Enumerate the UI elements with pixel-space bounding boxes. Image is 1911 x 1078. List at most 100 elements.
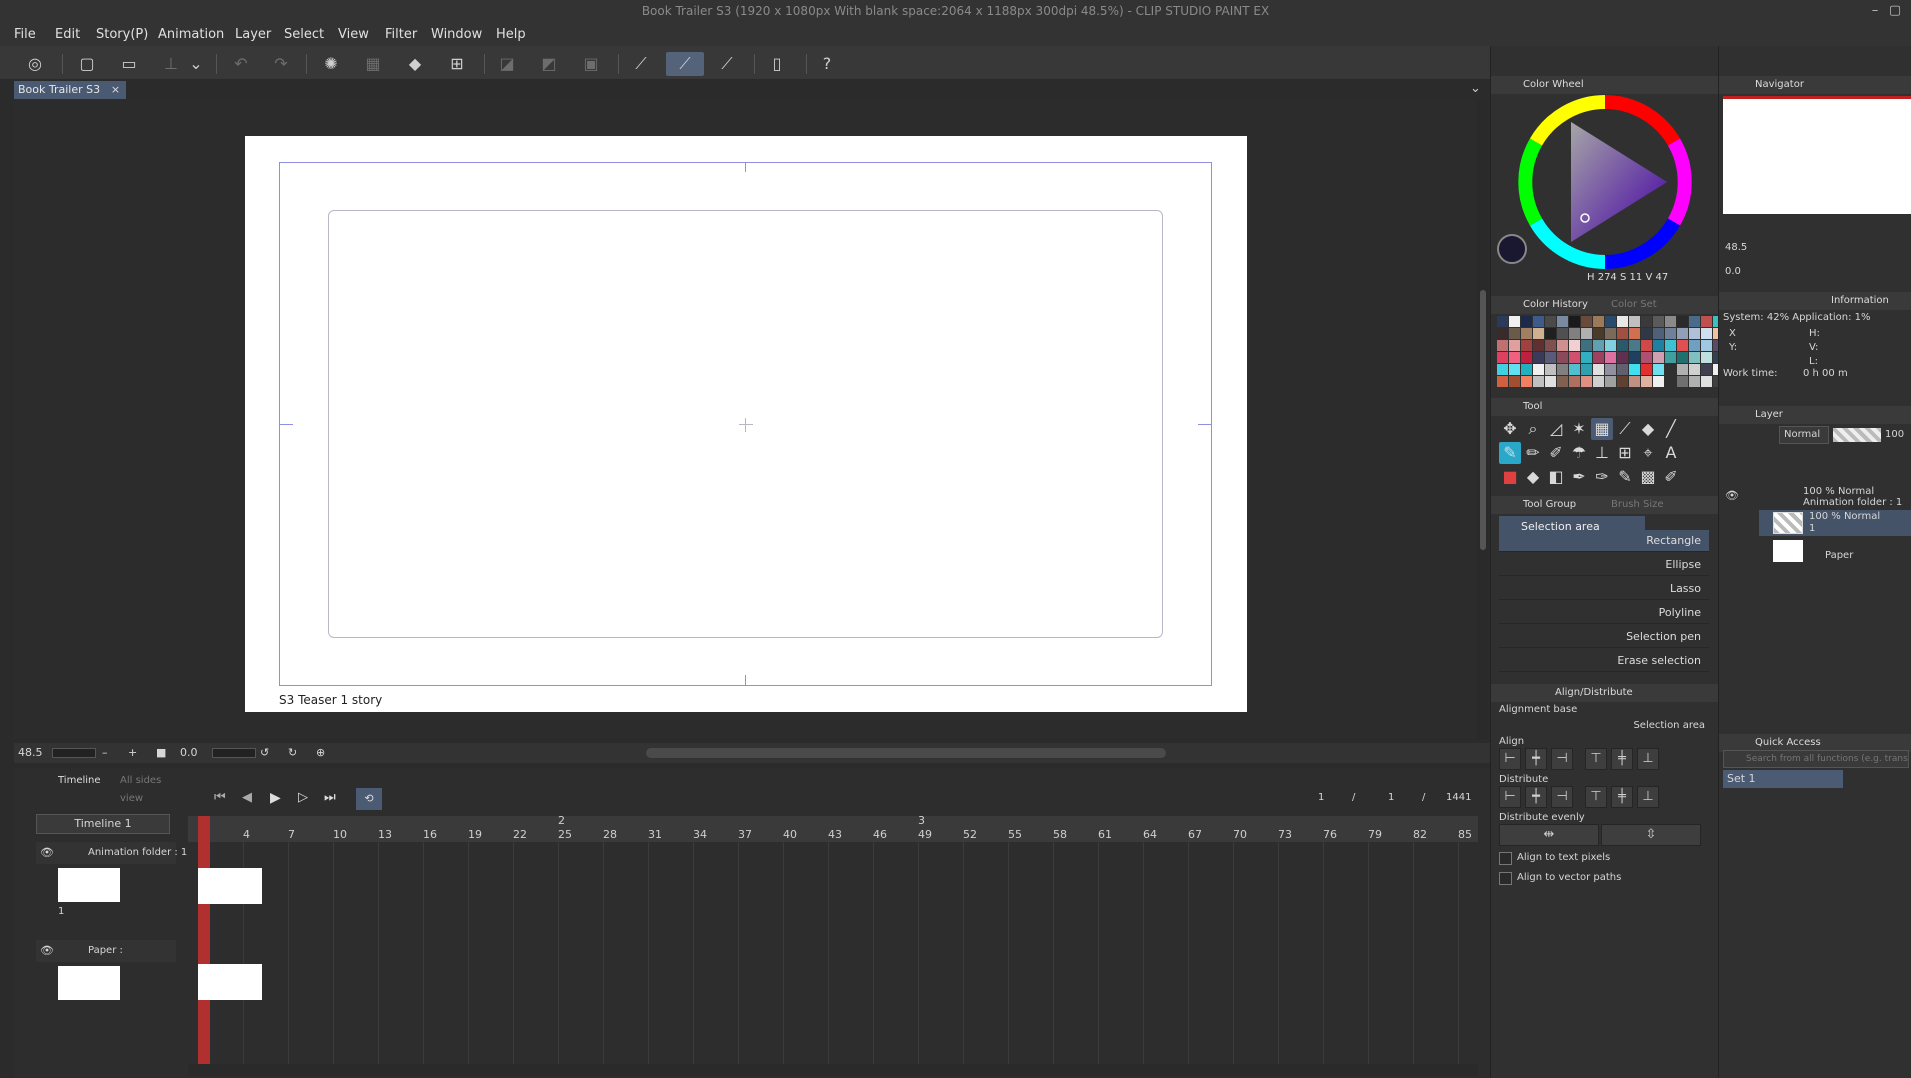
chevron-down-icon[interactable]: ⌄ [188, 52, 204, 76]
eraser-tool-icon[interactable]: ◆ [1637, 418, 1659, 440]
color-swatch[interactable] [1545, 376, 1556, 387]
distribute-bottom-icon[interactable]: ⊥ [1637, 786, 1659, 808]
color-swatch[interactable] [1557, 328, 1568, 339]
color-fill-tool-icon[interactable]: ■ [1499, 466, 1521, 488]
loop-icon[interactable]: ⟲ [356, 788, 382, 810]
help-icon[interactable]: ? [814, 52, 840, 76]
color-swatch[interactable] [1677, 376, 1688, 387]
color-swatch[interactable] [1653, 340, 1664, 351]
menu-file[interactable]: File [14, 27, 36, 42]
color-swatch[interactable] [1533, 328, 1544, 339]
color-swatch[interactable] [1545, 328, 1556, 339]
open-folder-icon[interactable]: ▭ [116, 52, 142, 76]
color-swatch[interactable] [1569, 376, 1580, 387]
color-swatch[interactable] [1497, 352, 1508, 363]
color-swatch[interactable] [1509, 328, 1520, 339]
color-swatch[interactable] [1617, 340, 1628, 351]
quick-access-set[interactable]: Set 1 [1723, 770, 1843, 788]
color-swatch[interactable] [1509, 376, 1520, 387]
grid-tool-icon[interactable]: ⊞ [1614, 442, 1636, 464]
color-swatch[interactable] [1617, 364, 1628, 375]
color-swatch[interactable] [1509, 316, 1520, 327]
horizontal-scrollbar[interactable] [646, 748, 1166, 758]
color-swatch[interactable] [1665, 364, 1676, 375]
first-frame-icon[interactable]: ⏮ [214, 790, 226, 805]
distribute-center-icon[interactable]: ┿ [1525, 786, 1547, 808]
color-swatch[interactable] [1557, 376, 1568, 387]
menu-layer[interactable]: Layer [235, 27, 271, 42]
color-swatch[interactable] [1605, 376, 1616, 387]
color-swatch[interactable] [1569, 316, 1580, 327]
color-swatch[interactable] [1605, 328, 1616, 339]
menu-help[interactable]: Help [496, 27, 526, 42]
last-frame-icon[interactable]: ⏭ [324, 790, 336, 805]
eyedropper-tool-icon[interactable]: ⟋ [1614, 418, 1636, 440]
ruler-tool-icon[interactable]: ✑ [1591, 466, 1613, 488]
color-swatch[interactable] [1557, 316, 1568, 327]
color-swatch[interactable] [1689, 376, 1700, 387]
menu-filter[interactable]: Filter [385, 27, 417, 42]
color-swatch[interactable] [1617, 328, 1628, 339]
color-swatch[interactable] [1677, 328, 1688, 339]
menu-edit[interactable]: Edit [55, 27, 80, 42]
color-swatch[interactable] [1533, 376, 1544, 387]
distribute-evenly-horizontal-icon[interactable]: ⇹ [1499, 824, 1599, 846]
opacity-slider[interactable] [1833, 428, 1881, 442]
color-swatch[interactable] [1701, 352, 1712, 363]
color-wheel[interactable] [1517, 94, 1693, 270]
color-swatch[interactable] [1629, 328, 1640, 339]
color-swatch[interactable] [1653, 376, 1664, 387]
navigator-angle[interactable]: 0.0 [1725, 266, 1741, 277]
color-swatch[interactable] [1569, 352, 1580, 363]
cel-block[interactable] [198, 868, 262, 904]
selection-border-icon[interactable]: ▣ [578, 52, 604, 76]
color-swatch[interactable] [1677, 352, 1688, 363]
visibility-eye-icon[interactable]: 👁 [40, 846, 54, 859]
align-text-pixels-checkbox[interactable] [1499, 852, 1512, 865]
color-swatch[interactable] [1569, 364, 1580, 375]
color-swatch[interactable] [1653, 316, 1664, 327]
menu-animation[interactable]: Animation [158, 27, 224, 42]
color-swatch[interactable] [1629, 352, 1640, 363]
zoom-out-icon[interactable]: – [102, 746, 108, 759]
color-swatch[interactable] [1653, 352, 1664, 363]
navigator-zoom[interactable]: 48.5 [1725, 242, 1747, 253]
color-swatch[interactable] [1701, 316, 1712, 327]
distribute-middle-icon[interactable]: ╪ [1611, 786, 1633, 808]
color-swatch[interactable] [1509, 340, 1520, 351]
color-swatch[interactable] [1581, 340, 1592, 351]
quick-access-search-input[interactable] [1723, 750, 1909, 768]
color-swatch[interactable] [1569, 340, 1580, 351]
navigator-preview[interactable] [1723, 96, 1911, 214]
color-swatch[interactable] [1533, 340, 1544, 351]
color-swatch[interactable] [1557, 364, 1568, 375]
color-swatch[interactable] [1653, 328, 1664, 339]
figure-tool-icon[interactable]: ✒ [1568, 466, 1590, 488]
color-swatch[interactable] [1581, 328, 1592, 339]
rotate-right-icon[interactable]: ↻ [288, 746, 297, 759]
undo-icon[interactable]: ↶ [228, 52, 254, 76]
color-swatch[interactable] [1593, 376, 1604, 387]
menu-select[interactable]: Select [284, 27, 324, 42]
color-swatch[interactable] [1497, 328, 1508, 339]
menu-view[interactable]: View [338, 27, 369, 42]
color-swatch[interactable] [1665, 328, 1676, 339]
color-swatch[interactable] [1581, 364, 1592, 375]
sub-tool-item[interactable]: Rectangle [1499, 530, 1709, 552]
color-swatch[interactable] [1581, 352, 1592, 363]
minimize-icon[interactable]: – [1866, 2, 1884, 20]
color-swatch[interactable] [1665, 352, 1676, 363]
chevron-down-icon[interactable]: ⌄ [1470, 81, 1481, 96]
clear-icon[interactable]: ▦ [360, 52, 386, 76]
play-icon[interactable]: ▶ [270, 790, 281, 806]
distribute-evenly-vertical-icon[interactable]: ⇳ [1601, 824, 1701, 846]
alignment-base-value[interactable]: Selection area [1605, 720, 1705, 731]
deselect-icon[interactable]: ◪ [494, 52, 520, 76]
color-swatch[interactable] [1701, 364, 1712, 375]
blend-mode-select[interactable]: Normal [1779, 426, 1829, 444]
fill-tool-icon[interactable]: ◆ [1522, 466, 1544, 488]
redo-icon[interactable]: ↷ [268, 52, 294, 76]
color-swatch[interactable] [1545, 364, 1556, 375]
color-swatch[interactable] [1653, 364, 1664, 375]
grid-snap-icon[interactable]: ⟋ [714, 52, 740, 76]
